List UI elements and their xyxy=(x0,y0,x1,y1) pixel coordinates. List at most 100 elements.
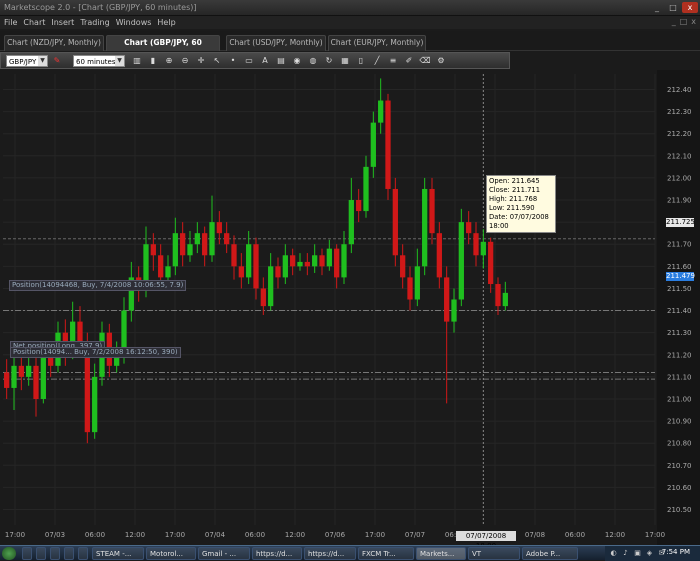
menu-trading[interactable]: Trading xyxy=(80,16,109,29)
globe-icon[interactable]: ◍ xyxy=(307,55,319,67)
timeframe-select[interactable]: 60 minutes ▼ xyxy=(73,55,125,67)
instrument-select[interactable]: GBP/JPY ▼ xyxy=(6,55,48,67)
candle[interactable] xyxy=(312,244,318,273)
mdi-minimize-button[interactable]: _ xyxy=(672,17,676,26)
layout-icon[interactable]: ▦ xyxy=(339,55,351,67)
rect-icon[interactable]: ▭ xyxy=(243,55,255,67)
candle[interactable] xyxy=(282,244,288,285)
fib-icon[interactable]: ≡ xyxy=(387,55,399,67)
brush-icon[interactable]: ✐ xyxy=(403,55,415,67)
position-label-2[interactable]: Position(14094... Buy, 7/2/2008 16:12:50… xyxy=(10,347,181,358)
candle[interactable] xyxy=(11,354,17,411)
candle[interactable] xyxy=(238,253,244,289)
candle[interactable] xyxy=(231,235,237,280)
quicklaunch-icon[interactable] xyxy=(78,547,88,560)
mdi-close-button[interactable]: x xyxy=(691,17,696,26)
candle[interactable] xyxy=(128,261,134,322)
task-browser-2[interactable]: https://d... xyxy=(304,547,356,560)
candle[interactable] xyxy=(495,277,501,315)
mdi-restore-button[interactable]: □ xyxy=(680,17,688,26)
candle[interactable] xyxy=(92,363,98,439)
candle[interactable] xyxy=(348,177,354,254)
task-adobe[interactable]: Adobe P... xyxy=(522,547,578,560)
cursor-icon[interactable]: ↖ xyxy=(211,55,223,67)
refresh-icon[interactable]: ↻ xyxy=(323,55,335,67)
candle[interactable] xyxy=(502,281,508,311)
pen-icon[interactable]: ╱ xyxy=(371,55,383,67)
menu-file[interactable]: File xyxy=(4,16,17,29)
candle[interactable] xyxy=(268,253,274,311)
candle[interactable] xyxy=(444,266,450,404)
candle[interactable] xyxy=(378,78,384,134)
line-style-icon[interactable]: ✎ xyxy=(51,55,63,67)
candle[interactable] xyxy=(480,229,486,269)
task-steam[interactable]: STEAM -... xyxy=(92,547,144,560)
candle[interactable] xyxy=(33,354,39,417)
candle[interactable] xyxy=(356,188,362,223)
candle[interactable] xyxy=(216,211,222,245)
quicklaunch-icon[interactable] xyxy=(36,547,46,560)
tray-icon[interactable]: ♪ xyxy=(621,549,630,558)
eraser-icon[interactable]: ⌫ xyxy=(419,55,431,67)
task-gmail[interactable]: Gmail - ... xyxy=(198,547,250,560)
candle[interactable] xyxy=(304,253,310,276)
settings-icon[interactable]: ⚙ xyxy=(435,55,447,67)
tab-eurjpy[interactable]: Chart (EUR/JPY, Monthly) xyxy=(328,35,426,51)
candle[interactable] xyxy=(187,230,193,262)
start-button[interactable] xyxy=(2,547,16,560)
quicklaunch-icon[interactable] xyxy=(22,547,32,560)
candle[interactable] xyxy=(422,177,428,276)
menu-windows[interactable]: Windows xyxy=(116,16,152,29)
candle[interactable] xyxy=(180,222,186,267)
task-vt[interactable]: VT xyxy=(468,547,520,560)
candle[interactable] xyxy=(400,244,406,289)
tab-nzdjpy[interactable]: Chart (NZD/JPY, Monthly) xyxy=(4,35,104,51)
candle[interactable] xyxy=(458,208,464,307)
menu-help[interactable]: Help xyxy=(157,16,175,29)
candle[interactable] xyxy=(451,288,457,333)
candle[interactable] xyxy=(297,253,303,271)
zoom-in-icon[interactable]: ⊕ xyxy=(163,55,175,67)
quicklaunch-icon[interactable] xyxy=(64,547,74,560)
candle[interactable] xyxy=(319,248,325,276)
quicklaunch-icon[interactable] xyxy=(50,547,60,560)
close-button[interactable]: x xyxy=(682,2,698,13)
note-icon[interactable]: ▤ xyxy=(275,55,287,67)
tray-icon[interactable]: ▣ xyxy=(633,549,642,558)
task-fxcm[interactable]: FXCM Tr... xyxy=(358,547,414,560)
bars-icon[interactable]: ▯ xyxy=(355,55,367,67)
candle[interactable] xyxy=(363,155,369,218)
candle[interactable] xyxy=(202,226,208,267)
candle[interactable] xyxy=(429,177,435,245)
candle[interactable] xyxy=(436,222,442,289)
candle[interactable] xyxy=(224,222,230,254)
candle[interactable] xyxy=(26,356,32,386)
position-label-1[interactable]: Position(14094468, Buy, 7/4/2008 10:06:5… xyxy=(9,280,187,291)
tab-gbpjpy[interactable]: Chart (GBP/JPY, 60 minutes) xyxy=(106,35,220,61)
menu-chart[interactable]: Chart xyxy=(23,16,45,29)
candle[interactable] xyxy=(407,266,413,311)
candle[interactable] xyxy=(473,222,479,267)
candle[interactable] xyxy=(275,257,281,289)
eye-icon[interactable]: ◉ xyxy=(291,55,303,67)
candles-icon[interactable]: ▮ xyxy=(147,55,159,67)
candle[interactable] xyxy=(488,237,494,293)
red-bars-icon[interactable]: ▥ xyxy=(131,55,143,67)
candle[interactable] xyxy=(194,222,200,254)
menu-insert[interactable]: Insert xyxy=(51,16,74,29)
crosshair-icon[interactable]: ✛ xyxy=(195,55,207,67)
task-motorola[interactable]: Motorol... xyxy=(146,547,196,560)
candle[interactable] xyxy=(392,177,398,267)
tray-icon[interactable]: ◈ xyxy=(645,549,654,558)
candle[interactable] xyxy=(253,237,259,300)
maximize-button[interactable]: □ xyxy=(666,2,680,13)
zoom-out-icon[interactable]: ⊖ xyxy=(179,55,191,67)
candle[interactable] xyxy=(260,277,266,315)
text-icon[interactable]: A xyxy=(259,55,271,67)
candle[interactable] xyxy=(385,93,391,201)
task-browser-1[interactable]: https://d... xyxy=(252,547,302,560)
dot-icon[interactable]: • xyxy=(227,55,239,67)
candle[interactable] xyxy=(209,195,215,262)
minimize-button[interactable]: _ xyxy=(650,2,664,13)
candle[interactable] xyxy=(4,359,10,399)
